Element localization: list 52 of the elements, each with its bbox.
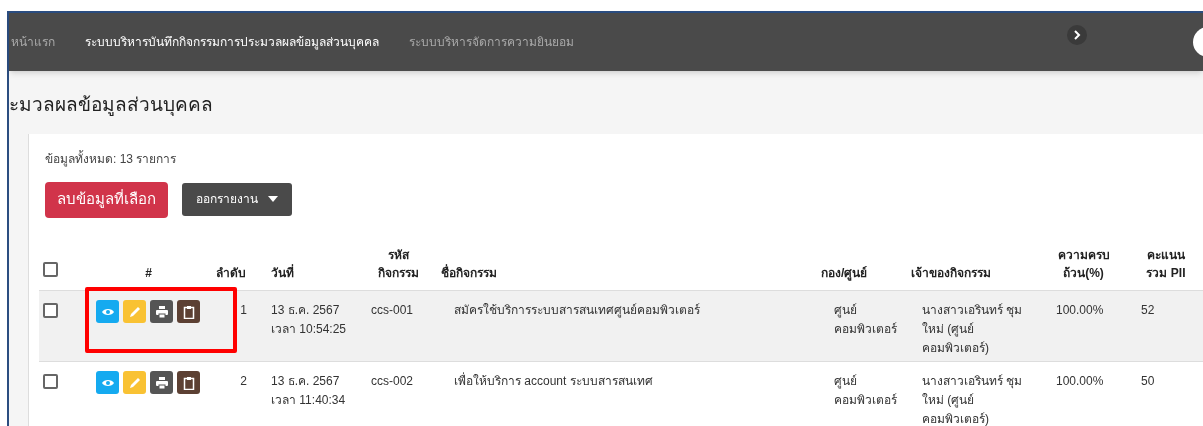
table-cell: 100.00% — [1056, 374, 1104, 388]
page-title: ะมวลผลข้อมูลส่วนบุคคล — [9, 93, 214, 118]
column-header: คะแนน รวม PII — [1145, 247, 1187, 282]
column-header: ชื่อกิจกรรม — [441, 266, 497, 280]
table-cell: 100.00% — [1056, 303, 1104, 317]
table-cell-text: เวลา 10:54:25 — [271, 321, 348, 338]
table-cell-text: เวลา 11:40:34 — [271, 392, 347, 409]
clipboard-button[interactable] — [177, 300, 200, 323]
table-cell: นางสาวเอรินทร์ ชุม ใหม่ (ศูนย์ คอมพิวเตอร์) — [922, 303, 1023, 355]
printer-button[interactable] — [150, 300, 173, 323]
clipboard-button[interactable] — [177, 371, 200, 394]
caret-down-icon — [268, 196, 278, 202]
checkbox[interactable] — [43, 374, 58, 389]
column-header: กอง/ศูนย์ — [821, 266, 868, 280]
column-header: ลำดับ — [216, 266, 246, 280]
nav-link[interactable]: ระบบบริหารจัดการความยินยอม — [409, 33, 574, 51]
table-cell-text: 13 ธ.ค. 2567 — [271, 302, 341, 319]
table-cell-text: 13 ธ.ค. 2567 — [271, 373, 341, 390]
eye-button[interactable] — [96, 300, 119, 323]
printer-icon — [154, 304, 169, 319]
table-cell: ศูนย์ คอมพิวเตอร์ — [834, 374, 897, 407]
table-cell: เพื่อให้บริการ account ระบบสารสนเทศ — [454, 374, 653, 388]
printer-icon — [154, 375, 169, 390]
clipboard-icon — [181, 375, 196, 390]
clipboard-icon — [181, 304, 196, 319]
table-cell: 1 — [240, 303, 247, 317]
nav-link[interactable]: หน้าแรก — [11, 33, 55, 51]
column-header: วันที่ — [271, 266, 294, 280]
pencil-icon — [127, 304, 142, 319]
printer-button[interactable] — [150, 371, 173, 394]
chevron-right-icon — [1073, 30, 1081, 40]
column-header: รหัส กิจกรรม — [377, 247, 420, 282]
delete-selected-button[interactable]: ลบข้อมูลที่เลือก — [45, 181, 168, 218]
table-cell: 52 — [1141, 303, 1155, 317]
nav-link[interactable]: ระบบบริหารบันทึกกิจกรรมการประมวลผลข้อมูลส่วนบุคคล — [85, 33, 379, 51]
next-button[interactable] — [1067, 25, 1087, 45]
table-cell: ccs-001 — [371, 303, 414, 317]
column-header: # — [145, 266, 152, 280]
table-cell: ศูนย์ คอมพิวเตอร์ — [834, 303, 897, 336]
column-header: ความครบ ถ้วน(%) — [1056, 247, 1111, 282]
record-count: ข้อมูลทั้งหมด: 13 รายการ — [45, 149, 178, 168]
checkbox[interactable] — [43, 303, 58, 318]
table-cell: 2 — [240, 374, 247, 388]
export-report-dropdown[interactable]: ออกรายงาน — [182, 182, 292, 216]
column-header: เจ้าของกิจกรรม — [911, 266, 991, 280]
eye-button[interactable] — [96, 371, 119, 394]
table-cell: ccs-002 — [371, 374, 414, 388]
table-cell: นางสาวเอรินทร์ ชุม ใหม่ (ศูนย์ คอมพิวเตอร์) — [922, 374, 1023, 426]
pencil-icon — [127, 375, 142, 390]
table-cell: 50 — [1141, 374, 1155, 388]
checkbox[interactable] — [43, 262, 58, 277]
table-cell: สมัครใช้บริการระบบสารสนเทศศูนย์คอมพิวเตอร์ — [454, 303, 700, 317]
